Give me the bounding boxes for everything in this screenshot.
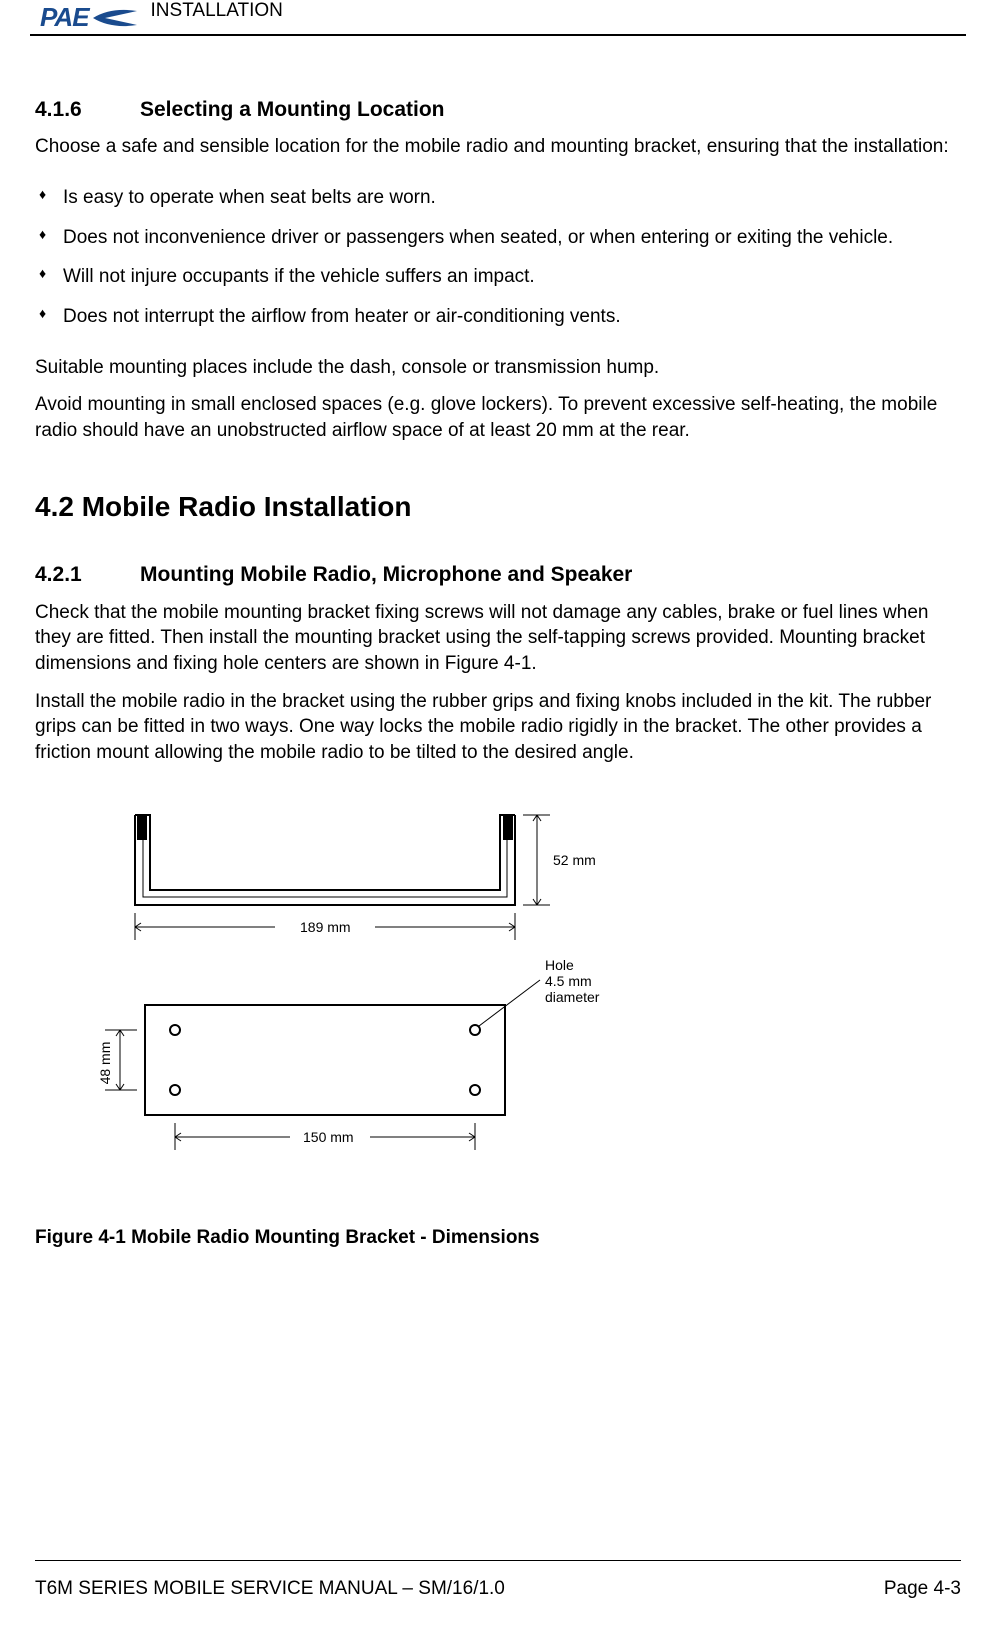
footer-right: Page 4-3 bbox=[884, 1576, 961, 1602]
section-title: Mobile Radio Installation bbox=[82, 491, 412, 522]
hole-label: diameter bbox=[545, 989, 600, 1005]
logo-text: PAE bbox=[40, 0, 89, 35]
header-section-title: INSTALLATION bbox=[151, 0, 283, 23]
section-number: 4.1.6 bbox=[35, 96, 140, 124]
body-paragraph: Avoid mounting in small enclosed spaces … bbox=[35, 392, 961, 443]
bracket-diagram-icon: 52 mm 189 mm bbox=[75, 795, 635, 1195]
body-paragraph: Check that the mobile mounting bracket f… bbox=[35, 600, 961, 677]
dimension-label: 189 mm bbox=[300, 919, 351, 935]
logo: PAE bbox=[40, 0, 139, 35]
list-item: Will not injure occupants if the vehicle… bbox=[35, 264, 961, 290]
logo-swoosh-icon bbox=[91, 5, 139, 31]
list-item: Does not inconvenience driver or passeng… bbox=[35, 225, 961, 251]
section-title: Selecting a Mounting Location bbox=[140, 98, 445, 121]
dimension-label: 150 mm bbox=[303, 1129, 354, 1145]
footer-left: T6M SERIES MOBILE SERVICE MANUAL – SM/16… bbox=[35, 1576, 505, 1602]
figure-caption: Figure 4-1 Mobile Radio Mounting Bracket… bbox=[35, 1225, 961, 1251]
intro-paragraph: Choose a safe and sensible location for … bbox=[35, 134, 961, 160]
list-item: Does not interrupt the airflow from heat… bbox=[35, 304, 961, 330]
body-paragraph: Install the mobile radio in the bracket … bbox=[35, 689, 961, 766]
hole-label: Hole bbox=[545, 957, 574, 973]
bullet-list: Is easy to operate when seat belts are w… bbox=[35, 185, 961, 330]
dimension-label: 48 mm bbox=[97, 1042, 113, 1085]
page-content: 4.1.6Selecting a Mounting Location Choos… bbox=[0, 36, 996, 1251]
hole-label: 4.5 mm bbox=[545, 973, 592, 989]
list-item: Is easy to operate when seat belts are w… bbox=[35, 185, 961, 211]
dimension-label: 52 mm bbox=[553, 852, 596, 868]
heading-4-2-1: 4.2.1Mounting Mobile Radio, Microphone a… bbox=[35, 561, 961, 589]
figure-4-1: 52 mm 189 mm bbox=[75, 795, 961, 1195]
section-number: 4.2 bbox=[35, 491, 74, 522]
body-paragraph: Suitable mounting places include the das… bbox=[35, 355, 961, 381]
page-header: PAE INSTALLATION bbox=[30, 0, 966, 36]
section-title: Mounting Mobile Radio, Microphone and Sp… bbox=[140, 563, 632, 586]
section-number: 4.2.1 bbox=[35, 561, 140, 589]
page-footer: T6M SERIES MOBILE SERVICE MANUAL – SM/16… bbox=[35, 1560, 961, 1602]
heading-4-1-6: 4.1.6Selecting a Mounting Location bbox=[35, 96, 961, 124]
heading-4-2: 4.2 Mobile Radio Installation bbox=[35, 488, 961, 526]
